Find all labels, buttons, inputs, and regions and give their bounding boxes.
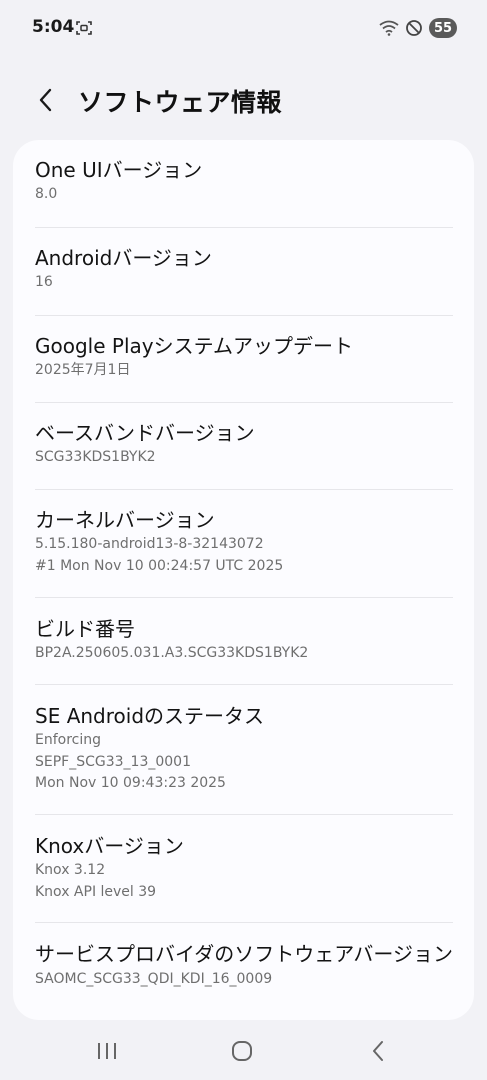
list-item-one-ui-version[interactable]: One UIバージョン 8.0	[13, 156, 474, 206]
divider	[35, 315, 453, 316]
list-item-build-number[interactable]: ビルド番号 BP2A.250605.031.A3.SCG33KDS1BYK2	[13, 615, 474, 665]
recent-apps-button[interactable]	[87, 1036, 127, 1066]
divider	[35, 684, 453, 685]
item-value: 8.0	[35, 186, 58, 202]
list-item-knox-version[interactable]: Knoxバージョン Knox 3.12 Knox API level 39	[13, 832, 474, 903]
divider	[35, 922, 453, 923]
back-button[interactable]	[30, 84, 62, 116]
item-value: #1 Mon Nov 10 00:24:57 UTC 2025	[35, 557, 284, 574]
item-value: Knox API level 39	[35, 883, 157, 900]
list-item-android-version[interactable]: Androidバージョン 16	[13, 244, 474, 294]
status-icons: 55	[379, 17, 457, 39]
item-value: SAOMC_SCG33_QDI_KDI_16_0009	[35, 971, 273, 987]
item-title: Knoxバージョン	[35, 834, 184, 858]
item-title: SE Androidのステータス	[35, 704, 265, 728]
item-value: Mon Nov 10 09:43:23 2025	[35, 775, 226, 791]
home-icon	[232, 1041, 252, 1061]
item-value: 5.15.180-android13-8-32143072	[35, 536, 264, 552]
list-item-baseband-version[interactable]: ベースバンドバージョン SCG33KDS1BYK2	[13, 419, 474, 469]
list-item-kernel-version[interactable]: カーネルバージョン 5.15.180-android13-8-32143072 …	[13, 506, 474, 577]
do-not-disturb-icon	[406, 20, 422, 36]
list-item-service-provider-software-version[interactable]: サービスプロバイダのソフトウェアバージョン SAOMC_SCG33_QDI_KD…	[13, 940, 474, 991]
item-title: Google Playシステムアップデート	[35, 334, 353, 358]
app-bar: ソフトウェア情報	[0, 80, 487, 120]
item-value: SCG33KDS1BYK2	[35, 449, 156, 465]
item-title: One UIバージョン	[35, 158, 203, 182]
item-title: サービスプロバイダのソフトウェアバージョン	[35, 942, 453, 966]
nav-back-button[interactable]	[358, 1036, 398, 1066]
battery-icon: 55	[429, 18, 457, 38]
navigation-bar	[0, 1024, 487, 1080]
list-item-se-android-status[interactable]: SE Androidのステータス Enforcing SEPF_SCG33_13…	[13, 702, 474, 795]
item-title: ビルド番号	[35, 617, 135, 641]
divider	[35, 227, 453, 228]
back-icon	[373, 1041, 383, 1061]
item-value: 2025年7月1日	[35, 362, 131, 378]
home-button[interactable]	[222, 1036, 262, 1066]
page-title: ソフトウェア情報	[78, 88, 283, 117]
item-value: Knox 3.12	[35, 862, 106, 878]
divider	[35, 597, 453, 598]
wifi-icon	[379, 20, 399, 36]
list-item-google-play-system-update[interactable]: Google Playシステムアップデート 2025年7月1日	[13, 332, 474, 382]
software-info-card: One UIバージョン 8.0 Androidバージョン 16 Google P…	[13, 140, 474, 1020]
recent-apps-icon	[98, 1043, 116, 1059]
item-value: 16	[35, 274, 53, 290]
item-value: Enforcing	[35, 732, 102, 748]
item-title: ベースバンドバージョン	[35, 421, 255, 445]
item-value: BP2A.250605.031.A3.SCG33KDS1BYK2	[35, 645, 309, 661]
divider	[35, 402, 453, 403]
divider	[35, 814, 453, 815]
divider	[35, 489, 453, 490]
chevron-left-icon	[39, 88, 52, 112]
status-time: 5:04	[32, 17, 75, 37]
item-title: Androidバージョン	[35, 246, 212, 270]
status-bar: 5:04 55	[0, 0, 487, 56]
item-title: カーネルバージョン	[35, 508, 215, 532]
item-value: SEPF_SCG33_13_0001	[35, 753, 191, 770]
battery-level: 55	[433, 20, 453, 36]
screenshot-scan-icon	[76, 21, 92, 35]
